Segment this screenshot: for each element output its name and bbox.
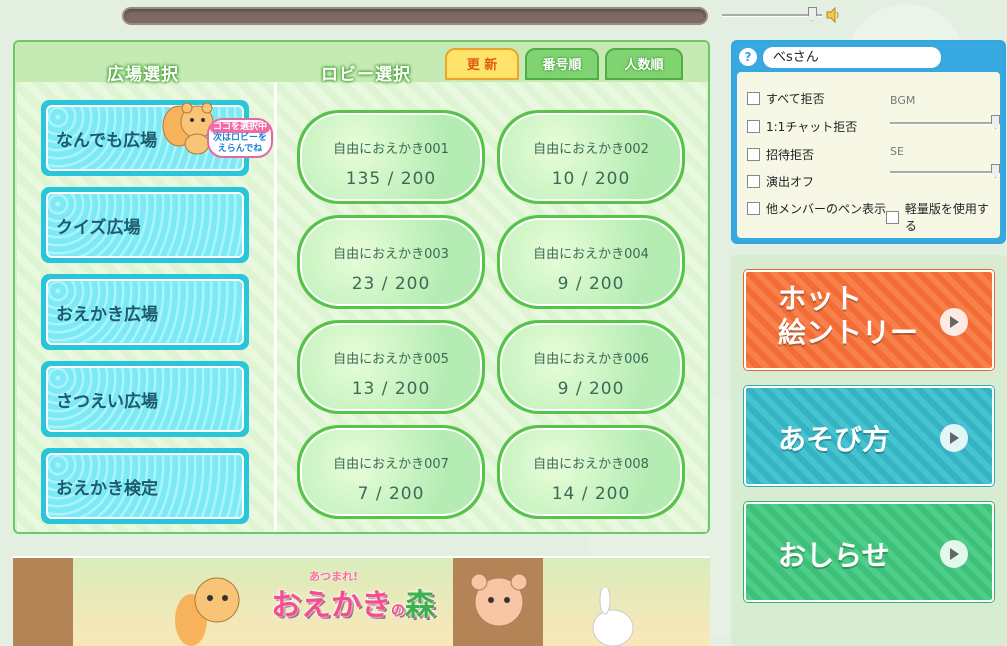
squirrel-character-icon xyxy=(175,577,240,646)
logo-forest: 森 xyxy=(405,588,435,623)
effects-off-checkbox[interactable]: 演出オフ xyxy=(747,173,814,190)
user-info-icon: ? xyxy=(739,48,757,66)
checkbox-box[interactable] xyxy=(747,202,760,215)
lobby-button-008[interactable]: 自由におえかき008 14 / 200 xyxy=(497,425,685,519)
bgm-label: BGM xyxy=(890,94,916,107)
loading-progress-bar xyxy=(122,7,708,25)
lobby-button-001[interactable]: 自由におえかき001 135 / 200 xyxy=(297,110,485,204)
checkbox-label: 招待拒否 xyxy=(766,148,815,162)
reject-invite-checkbox[interactable]: 招待拒否 xyxy=(747,146,814,163)
hint-line3: えらんでね xyxy=(217,144,263,154)
lobby-count: 23 / 200 xyxy=(351,274,431,294)
plaza-label: おえかき検定 xyxy=(46,453,244,519)
plaza-section-title: 広場選択 xyxy=(107,65,179,85)
settings-body: すべて拒否 1:1チャット拒否 招待拒否 演出オフ 他メンバーのペン表示 軽量版… xyxy=(737,72,1000,238)
plaza-button-photo[interactable]: さつえい広場 xyxy=(41,361,249,437)
lobby-count: 10 / 200 xyxy=(551,169,631,189)
lobby-button-002[interactable]: 自由におえかき002 10 / 200 xyxy=(497,110,685,204)
plaza-button-quiz[interactable]: クイズ広場 xyxy=(41,187,249,263)
how-to-play-label: あそび方 xyxy=(778,423,891,456)
hint-bubble: ココを選択中 次はロビーを えらんでね xyxy=(207,118,273,158)
checkbox-box[interactable] xyxy=(886,210,899,224)
lobby-count: 135 / 200 xyxy=(345,169,437,189)
hot-entry-label: ホット 絵ントリー xyxy=(778,282,918,350)
news-label: おしらせ xyxy=(778,539,890,572)
show-others-pen-checkbox[interactable]: 他メンバーのペン表示 xyxy=(747,200,886,217)
reject-private-chat-checkbox[interactable]: 1:1チャット拒否 xyxy=(747,118,857,135)
se-slider[interactable] xyxy=(890,164,1000,178)
master-volume-slider[interactable] xyxy=(722,7,822,21)
hint-line1: ココを選択中 xyxy=(209,122,270,133)
lobby-button-005[interactable]: 自由におえかき005 13 / 200 xyxy=(297,320,485,414)
lobby-name: 自由におえかき008 xyxy=(533,457,649,472)
lobby-name: 自由におえかき001 xyxy=(333,142,449,157)
lightweight-mode-checkbox[interactable]: 軽量版を使用する xyxy=(886,200,1000,234)
plaza-button-drawing-test[interactable]: おえかき検定 xyxy=(41,448,249,524)
lobby-name: 自由におえかき003 xyxy=(333,247,449,262)
logo-no: の xyxy=(391,603,405,619)
lobby-count: 7 / 200 xyxy=(357,484,425,504)
reject-all-checkbox[interactable]: すべて拒否 xyxy=(747,90,825,107)
plaza-label: さつえい広場 xyxy=(46,366,244,432)
lobby-count: 14 / 200 xyxy=(551,484,631,504)
se-label: SE xyxy=(890,145,904,158)
lobby-button-007[interactable]: 自由におえかき007 7 / 200 xyxy=(297,425,485,519)
checkbox-label: 軽量版を使用する xyxy=(904,202,989,233)
bear-character-icon xyxy=(470,573,528,627)
checkbox-box[interactable] xyxy=(747,92,760,105)
lobby-name: 自由におえかき002 xyxy=(533,142,649,157)
checkbox-box[interactable] xyxy=(747,148,760,161)
lobby-name: 自由におえかき004 xyxy=(533,247,649,262)
hot-entry-line2: 絵ントリー xyxy=(778,316,919,349)
selection-panel: 広場選択 ロビー選択 更 新 番号順 人数順 なんでも広場 クイズ広場 おえかき… xyxy=(13,40,710,534)
hot-entry-line1: ホット xyxy=(778,282,863,315)
lobby-button-003[interactable]: 自由におえかき003 23 / 200 xyxy=(297,215,485,309)
play-arrow-icon xyxy=(940,540,968,568)
rabbit-character-icon xyxy=(592,588,634,646)
checkbox-box[interactable] xyxy=(747,120,760,133)
se-slider-thumb[interactable] xyxy=(991,164,1000,178)
play-arrow-icon xyxy=(940,424,968,452)
checkbox-label: 1:1チャット拒否 xyxy=(766,120,858,134)
lobby-count: 13 / 200 xyxy=(351,379,431,399)
user-settings-panel: ? べsさん すべて拒否 1:1チャット拒否 招待拒否 演出オフ 他メンバーのペ… xyxy=(731,40,1006,244)
plaza-label: クイズ広場 xyxy=(46,192,244,258)
checkbox-label: すべて拒否 xyxy=(766,92,825,106)
lobby-name: 自由におえかき006 xyxy=(533,352,649,367)
lobby-button-006[interactable]: 自由におえかき006 9 / 200 xyxy=(497,320,685,414)
speaker-icon[interactable] xyxy=(826,7,840,23)
plaza-button-drawing[interactable]: おえかき広場 xyxy=(41,274,249,350)
lobby-button-004[interactable]: 自由におえかき004 9 / 200 xyxy=(497,215,685,309)
tab-member-order[interactable]: 人数順 xyxy=(605,48,683,80)
bgm-slider-thumb[interactable] xyxy=(991,115,1000,129)
user-name-field: べsさん xyxy=(763,47,941,68)
checkbox-label: 他メンバーのペン表示 xyxy=(766,202,887,216)
tab-number-order[interactable]: 番号順 xyxy=(525,48,599,80)
hot-entry-button[interactable]: ホット 絵ントリー xyxy=(744,270,994,370)
lobby-count: 9 / 200 xyxy=(557,379,625,399)
plaza-label: おえかき広場 xyxy=(46,279,244,345)
game-logo: おえかきの森 xyxy=(271,580,435,624)
play-arrow-icon xyxy=(940,308,968,336)
checkbox-box[interactable] xyxy=(747,175,760,188)
game-banner: あつまれ! おえかきの森 xyxy=(13,556,710,646)
lobby-section-title: ロビー選択 xyxy=(321,65,411,85)
tab-update[interactable]: 更 新 xyxy=(445,48,519,80)
news-button[interactable]: おしらせ xyxy=(744,502,994,602)
checkbox-label: 演出オフ xyxy=(766,175,815,189)
lobby-count: 9 / 200 xyxy=(557,274,625,294)
how-to-play-button[interactable]: あそび方 xyxy=(744,386,994,486)
hint-line2: 次はロビーを xyxy=(212,133,267,143)
logo-main: おえかき xyxy=(271,588,391,623)
bgm-slider[interactable] xyxy=(890,115,1000,129)
lobby-name: 自由におえかき007 xyxy=(333,457,449,472)
tree-trunk xyxy=(13,558,73,646)
lobby-name: 自由におえかき005 xyxy=(333,352,449,367)
